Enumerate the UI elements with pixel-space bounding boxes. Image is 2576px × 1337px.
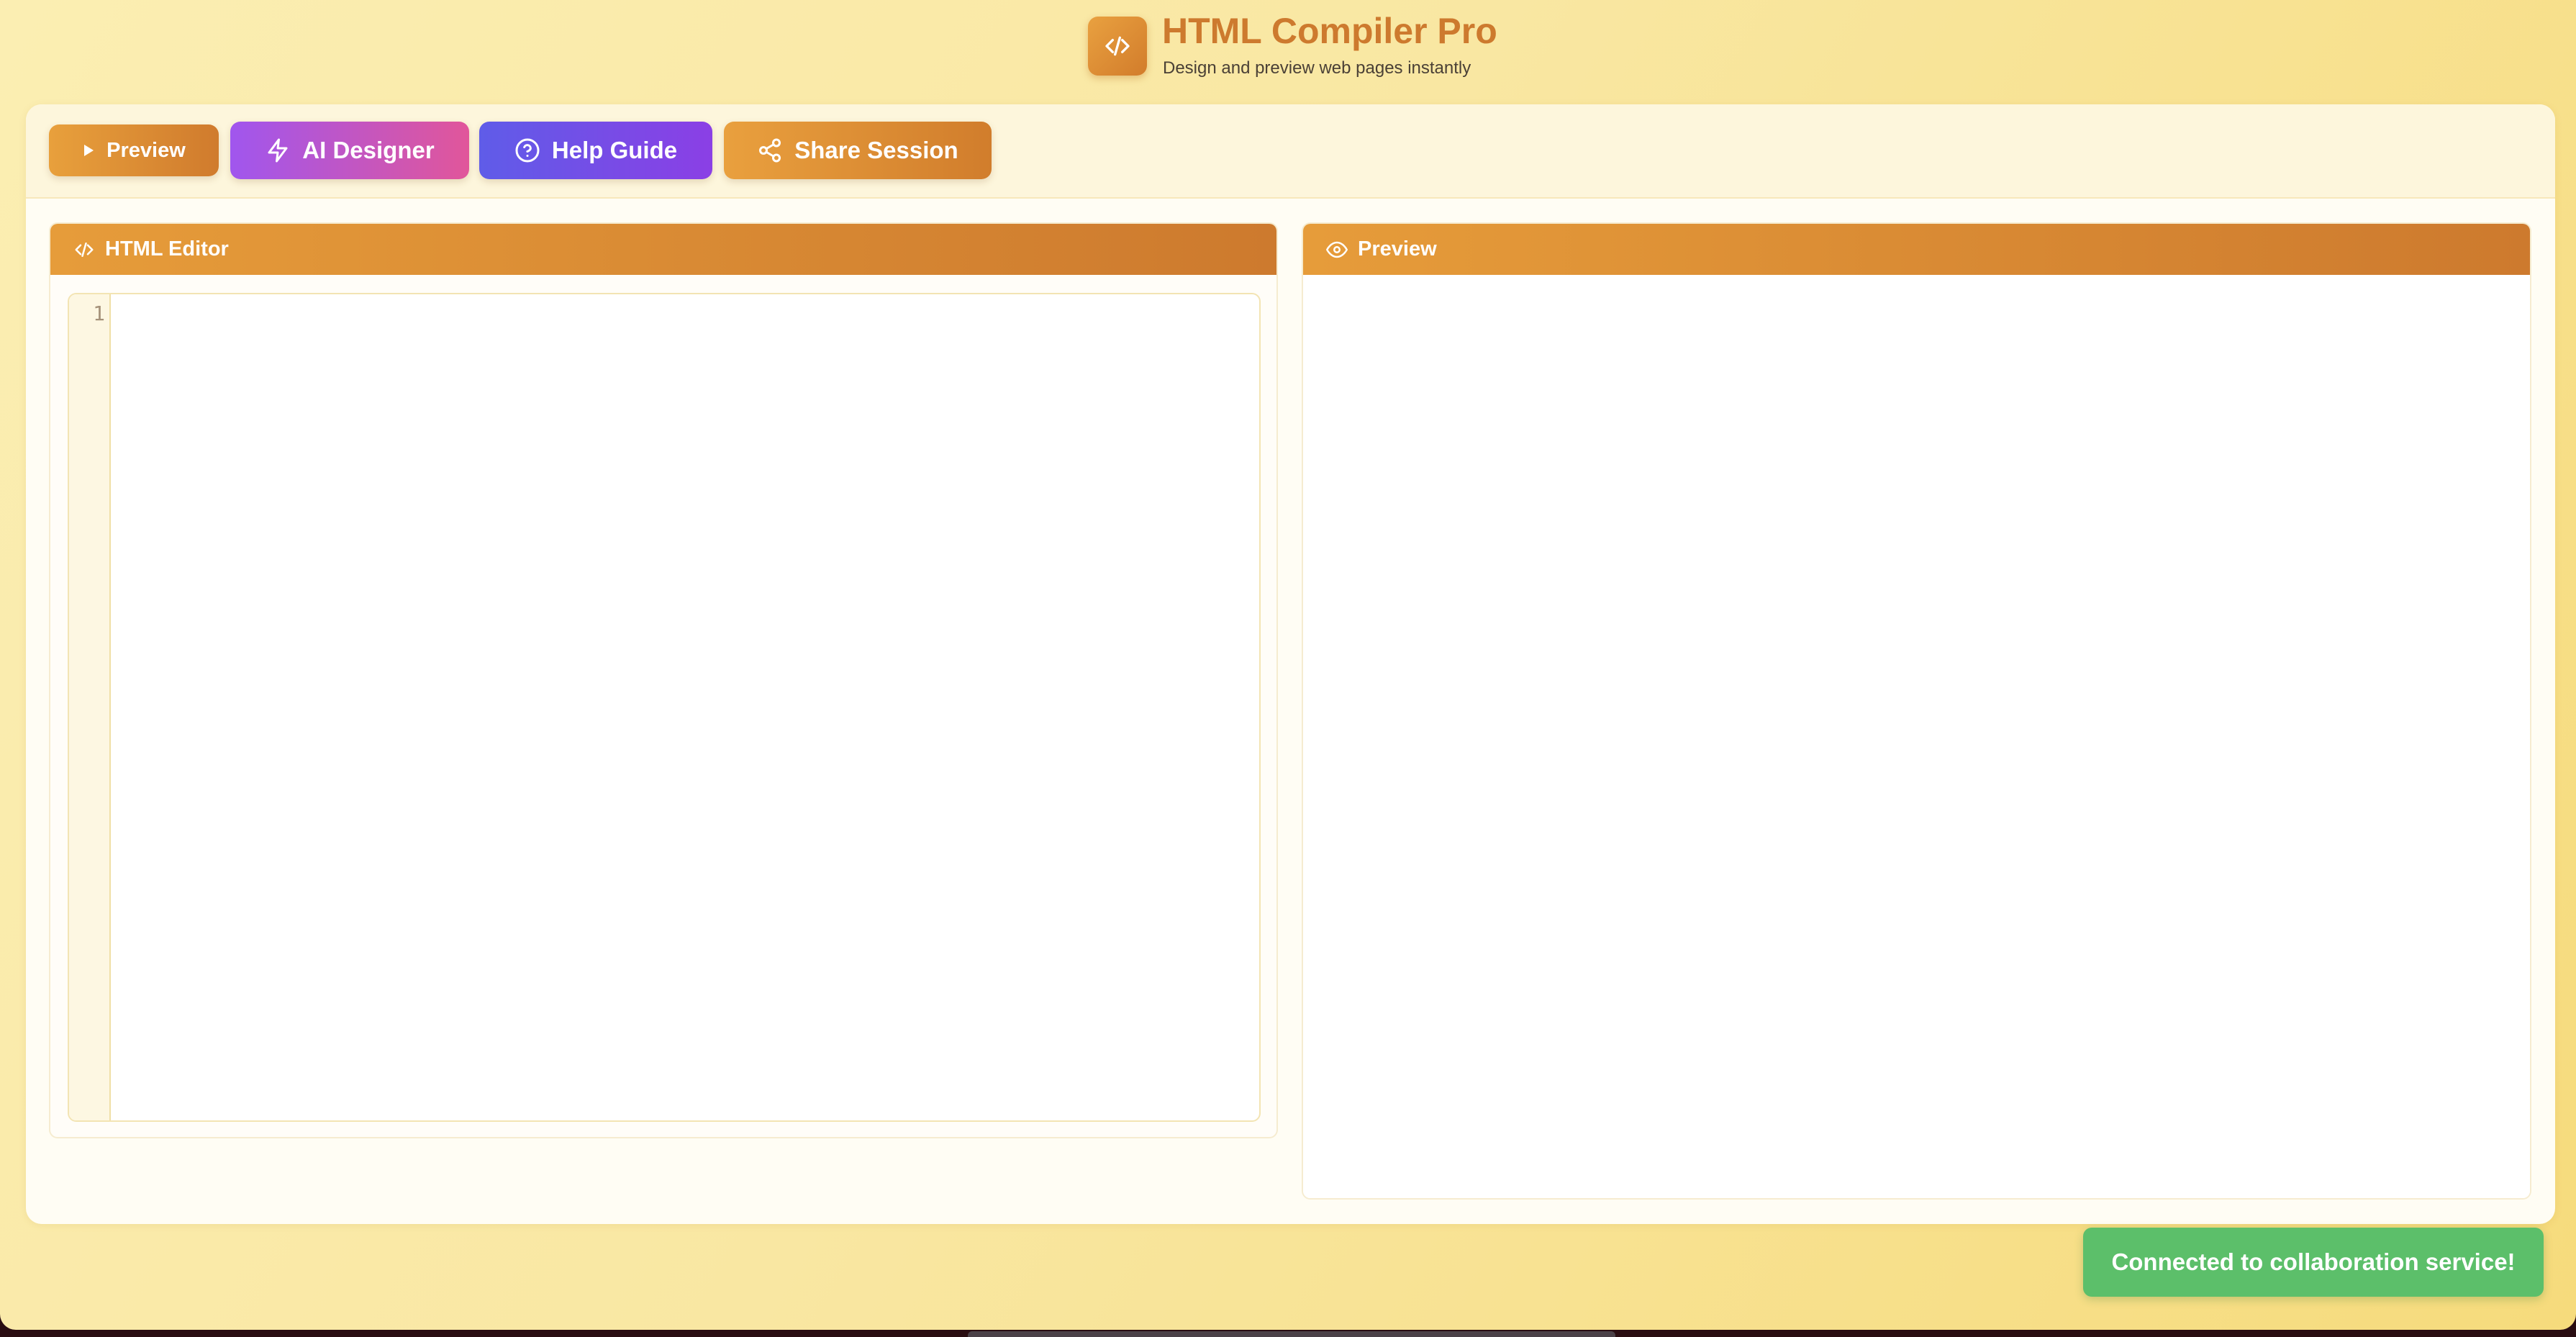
play-icon	[82, 143, 95, 158]
app-window: HTML Compiler Pro Design and preview web…	[0, 0, 2576, 1330]
preview-panel-title: Preview	[1358, 237, 1437, 260]
preview-button-label: Preview	[106, 138, 186, 162]
html-code-input[interactable]	[112, 294, 1259, 1120]
app-subtitle: Design and preview web pages instantly	[1163, 58, 1471, 78]
editor-panel-header: HTML Editor	[50, 224, 1276, 275]
toast-message: Connected to collaboration service!	[2111, 1248, 2516, 1275]
line-number: 1	[93, 302, 105, 325]
editor-panel: HTML Editor 1	[49, 222, 1278, 1138]
preview-button[interactable]: Preview	[49, 124, 219, 176]
code-icon	[1105, 36, 1130, 56]
line-number-gutter: 1	[69, 294, 111, 1120]
share-session-button[interactable]: Share Session	[724, 122, 992, 179]
preview-frame[interactable]	[1303, 275, 2530, 1198]
app-logo	[1088, 17, 1147, 76]
help-guide-button[interactable]: Help Guide	[479, 122, 712, 179]
share-icon	[757, 137, 783, 163]
code-icon	[73, 239, 95, 260]
toolbar: Preview AI Designer Help Guide Share Ses…	[26, 104, 2555, 199]
preview-panel: Preview	[1302, 222, 2531, 1200]
app-title: HTML Compiler Pro	[1162, 11, 1497, 51]
main-card: Preview AI Designer Help Guide Share Ses…	[26, 104, 2555, 1224]
editor-panel-title: HTML Editor	[105, 237, 229, 260]
window-bottom-edge	[968, 1331, 1615, 1337]
toast-notification: Connected to collaboration service!	[2083, 1228, 2544, 1297]
code-editor[interactable]: 1	[68, 293, 1261, 1122]
lightning-icon	[265, 137, 291, 163]
help-guide-label: Help Guide	[551, 137, 678, 163]
ai-designer-label: AI Designer	[302, 137, 435, 163]
help-circle-icon	[514, 137, 540, 163]
eye-icon	[1326, 239, 1348, 260]
preview-panel-header: Preview	[1303, 224, 2530, 275]
ai-designer-button[interactable]: AI Designer	[230, 122, 469, 179]
share-session-label: Share Session	[794, 137, 958, 163]
